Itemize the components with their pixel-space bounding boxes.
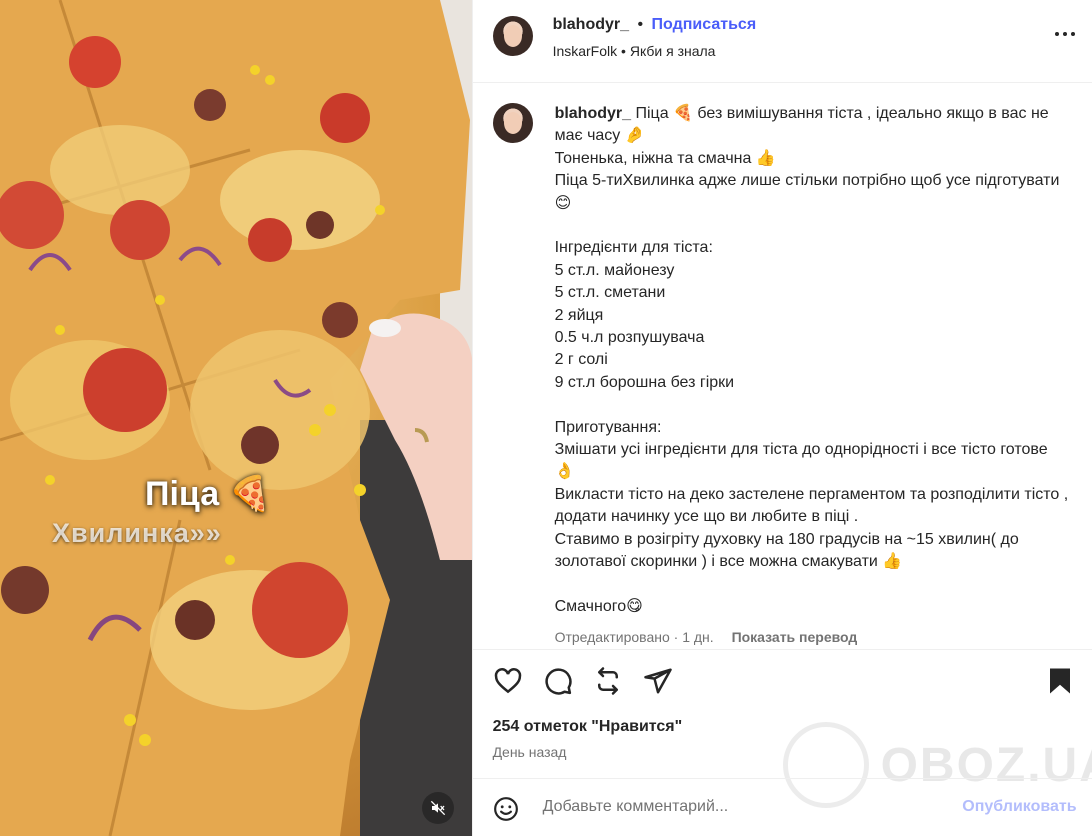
caption-line: 5 ст.л. сметани: [554, 284, 666, 302]
edited-timestamp: Отредактировано · 1 дн.: [554, 629, 714, 646]
music-title[interactable]: Якби я знала: [630, 43, 716, 59]
caption-line: Смачного😋: [554, 597, 643, 615]
caption-line: Піца 5-тиХвилинка адже лише стільки потр…: [554, 172, 1064, 212]
post-dialog: Піца 🍕 Хвилинка»» blahodyr_ • Подписатьс…: [0, 0, 1092, 836]
follow-button[interactable]: Подписаться: [652, 16, 757, 33]
caption-username[interactable]: blahodyr_: [555, 105, 631, 122]
avatar[interactable]: [492, 16, 533, 56]
post-header: blahodyr_ • Подписаться InskarFolk • Якб…: [472, 0, 1092, 83]
music-artist[interactable]: InskarFolk: [553, 43, 618, 59]
post-media[interactable]: Піца 🍕 Хвилинка»»: [0, 0, 472, 836]
translate-link[interactable]: Показать перевод: [732, 629, 858, 645]
repost-icon[interactable]: [593, 666, 623, 696]
caption-avatar[interactable]: [492, 103, 533, 143]
caption-meta: Отредактировано · 1 дн. Показать перевод: [555, 626, 1070, 648]
publish-button[interactable]: Опубликовать: [962, 798, 1076, 816]
action-bar: [473, 660, 1092, 706]
send-icon[interactable]: [643, 666, 673, 696]
comment-icon[interactable]: [543, 666, 573, 696]
caption-line: Змішати усі інгредієнти для тіста до одн…: [554, 441, 1053, 481]
speaker-muted-icon: [430, 800, 446, 816]
bookmark-icon[interactable]: [1045, 666, 1075, 696]
caption-line: 0.5 ч.л розпушувача: [554, 329, 705, 347]
caption-line: Тоненька, ніжна та смачна 👍: [554, 149, 776, 167]
music-separator: •: [621, 43, 626, 59]
likes-count[interactable]: 254 отметок "Нравится": [493, 718, 683, 736]
video-overlay-title: Піца 🍕: [145, 475, 271, 513]
comment-bar: Добавьте комментарий... Опубликовать: [472, 778, 1092, 837]
separator: •: [637, 16, 644, 33]
pizza-photo: [0, 0, 472, 836]
caption-line: 2 г солі: [554, 351, 608, 369]
caption-line: Викласти тісто на деко застелене пергаме…: [554, 485, 1073, 526]
more-options-icon[interactable]: [1054, 32, 1075, 36]
audio-attribution[interactable]: InskarFolk • Якби я знала: [553, 43, 716, 59]
post-side-panel: blahodyr_ • Подписаться InskarFolk • Якб…: [471, 0, 1092, 837]
caption-line: Приготування:: [554, 418, 662, 436]
caption-line: Інгредієнти для тіста:: [554, 239, 713, 257]
heart-icon[interactable]: [493, 666, 523, 696]
header-username[interactable]: blahodyr_: [553, 16, 629, 33]
caption-line: Ставимо в розігріту духовку на 180 граду…: [554, 530, 1024, 571]
comments-section: blahodyr_ Піца 🍕 без вимішування тіста ,…: [472, 83, 1092, 650]
video-overlay-subtitle: Хвилинка»»: [52, 518, 222, 548]
comment-input[interactable]: Добавьте комментарий...: [543, 798, 729, 816]
post-caption: blahodyr_ Піца 🍕 без вимішування тіста ,…: [555, 103, 1070, 649]
header-user-line: blahodyr_ • Подписаться: [553, 16, 757, 34]
post-time[interactable]: День назад: [493, 744, 567, 760]
mute-button[interactable]: [422, 792, 454, 824]
caption-line: 5 ст.л. майонезу: [554, 261, 675, 279]
caption-line: 9 ст.л борошна без гірки: [554, 373, 735, 391]
emoji-smile-icon[interactable]: [493, 796, 519, 822]
caption-line: 2 яйця: [554, 306, 604, 324]
